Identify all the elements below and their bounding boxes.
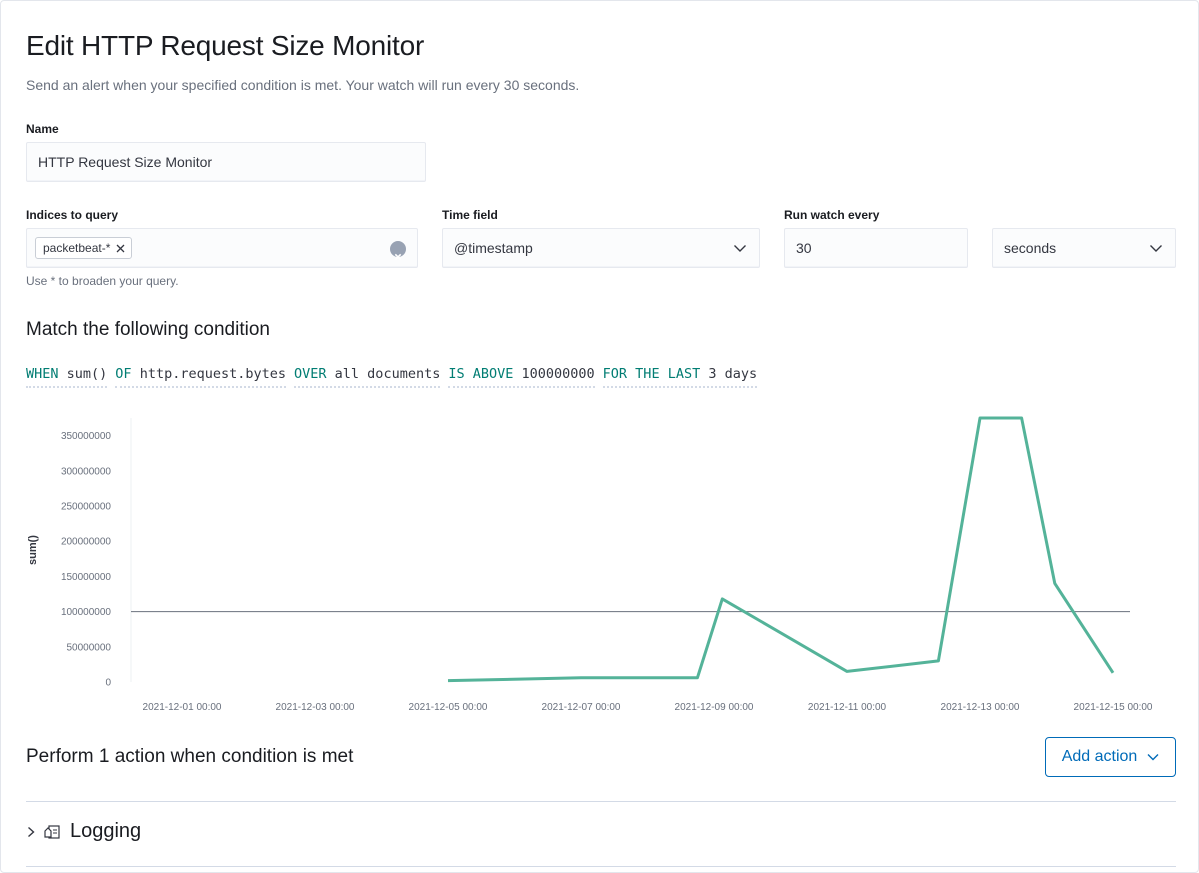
expr-value: http.request.bytes — [139, 366, 287, 382]
remove-pill-icon[interactable] — [116, 244, 125, 253]
run-every-unit-select[interactable]: seconds — [992, 228, 1176, 268]
expr-value: all documents — [334, 366, 441, 382]
x-tick-label: 2021-12-05 00:00 — [409, 702, 488, 713]
indices-label: Indices to query — [26, 208, 119, 222]
x-tick-label: 2021-12-01 00:00 — [143, 702, 222, 713]
expr-when[interactable]: WHEN sum() — [26, 366, 108, 388]
expr-value: sum() — [66, 366, 108, 382]
expr-value: 3 days — [708, 366, 758, 382]
clear-indices-icon[interactable] — [390, 241, 406, 261]
expr-keyword: OVER — [294, 366, 327, 382]
condition-heading: Match the following condition — [26, 319, 270, 340]
expr-over[interactable]: OVER all documents — [294, 366, 441, 388]
time-field-label: Time field — [442, 208, 498, 222]
series-line — [447, 416, 1115, 683]
y-tick-label: 350000000 — [61, 431, 111, 442]
expr-keyword: OF — [115, 366, 132, 382]
name-input[interactable]: HTTP Request Size Monitor — [26, 142, 426, 182]
y-tick-label: 200000000 — [61, 537, 111, 548]
x-tick-label: 2021-12-15 00:00 — [1074, 702, 1153, 713]
run-every-value: 30 — [796, 240, 812, 256]
y-tick-label: 300000000 — [61, 466, 111, 477]
index-pill: packetbeat-* — [35, 237, 133, 259]
condition-expression: WHEN sum() OF http.request.bytes OVER al… — [26, 366, 758, 388]
chevron-down-icon — [1147, 754, 1159, 761]
run-every-label: Run watch every — [784, 208, 880, 222]
x-tick-label: 2021-12-13 00:00 — [941, 702, 1020, 713]
y-tick-label: 0 — [105, 678, 111, 689]
expr-threshold[interactable]: IS ABOVE 100000000 — [448, 366, 595, 388]
page-title: Edit HTTP Request Size Monitor — [26, 30, 425, 61]
name-label: Name — [26, 122, 59, 136]
divider — [26, 866, 1176, 867]
run-every-input[interactable]: 30 — [784, 228, 968, 268]
expr-value: 100000000 — [521, 366, 595, 382]
y-tick-label: 150000000 — [61, 572, 111, 583]
actions-heading: Perform 1 action when condition is met — [26, 746, 354, 767]
time-field-value: @timestamp — [454, 240, 533, 256]
expr-keyword: IS ABOVE — [448, 366, 514, 382]
x-tick-label: 2021-12-11 00:00 — [808, 702, 887, 713]
page-subtitle: Send an alert when your specified condit… — [26, 77, 580, 93]
add-action-label: Add action — [1061, 748, 1138, 765]
chevron-right-icon[interactable] — [26, 826, 36, 838]
expr-keyword: FOR THE LAST — [602, 366, 701, 382]
expr-keyword: WHEN — [26, 366, 59, 382]
expr-time-window[interactable]: FOR THE LAST 3 days — [602, 366, 758, 388]
time-field-select[interactable]: @timestamp — [442, 228, 760, 268]
logging-icon — [44, 824, 60, 839]
y-tick-label: 50000000 — [67, 642, 112, 653]
add-action-button[interactable]: Add action — [1045, 737, 1176, 777]
run-every-unit-value: seconds — [1004, 240, 1057, 256]
y-axis-label: sum() — [27, 535, 39, 565]
action-accordion-logging[interactable]: Logging — [26, 820, 141, 843]
chevron-down-icon — [734, 245, 746, 252]
index-pill-label: packetbeat-* — [43, 241, 111, 255]
x-tick-label: 2021-12-09 00:00 — [675, 702, 754, 713]
x-tick-label: 2021-12-07 00:00 — [542, 702, 621, 713]
indices-combobox[interactable]: packetbeat-* — [26, 228, 418, 268]
divider — [26, 801, 1176, 802]
chevron-down-icon — [1150, 245, 1162, 252]
action-logging-label: Logging — [70, 820, 142, 842]
expr-of[interactable]: OF http.request.bytes — [115, 366, 287, 388]
name-input-value: HTTP Request Size Monitor — [38, 154, 213, 170]
y-tick-label: 250000000 — [61, 502, 111, 513]
watch-visualization-chart: 0 50000000 100000000 150000000 200000000 2500… — [27, 416, 1153, 713]
y-tick-label: 100000000 — [61, 607, 111, 618]
x-tick-label: 2021-12-03 00:00 — [276, 702, 355, 713]
indices-help-text: Use * to broaden your query. — [26, 274, 179, 288]
